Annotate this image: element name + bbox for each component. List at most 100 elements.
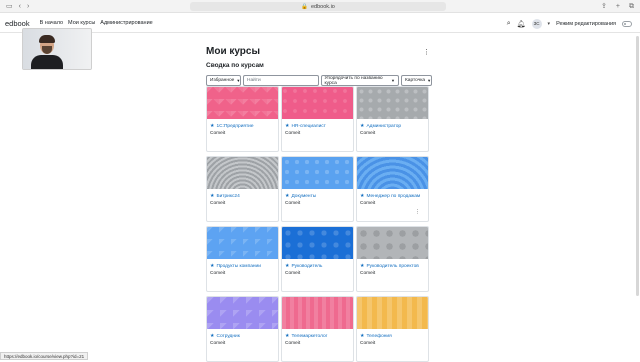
course-image[interactable] (357, 297, 428, 329)
star-icon: ★ (210, 193, 214, 199)
brand-logo[interactable]: edbook (5, 19, 30, 28)
course-category: Comeit (210, 201, 278, 206)
course-image[interactable] (282, 297, 353, 329)
course-card[interactable]: ★Руководитель проектов Comeit (356, 226, 429, 292)
course-name-link[interactable]: ★1С:Предприятие (210, 123, 278, 129)
course-card[interactable]: ★Руководитель Comeit (281, 226, 354, 292)
course-category: Comeit (285, 341, 353, 346)
course-category: Comeit (360, 131, 428, 136)
star-icon: ★ (210, 263, 214, 269)
search-input[interactable]: Найти (243, 75, 319, 86)
primary-navigation: В начало Мои курсы Администрирование (40, 20, 153, 26)
course-category: Comeit (285, 131, 353, 136)
course-category: Comeit (360, 341, 428, 346)
course-name-link[interactable]: ★Продукты компании (210, 263, 278, 269)
course-grid: ★1С:Предприятие Comeit ★HR-специалист Comei… (206, 86, 432, 362)
course-image[interactable] (207, 157, 278, 189)
star-icon: ★ (285, 263, 289, 269)
course-category: Comeit (285, 201, 353, 206)
nav-link-home[interactable]: В начало (40, 20, 63, 26)
nav-link-administration[interactable]: Администрирование (100, 20, 152, 26)
sort-select[interactable]: Упорядочить по названию курса▼ (321, 75, 399, 86)
course-name-link[interactable]: ★Сотрудник (210, 333, 278, 339)
new-tab-icon[interactable]: + (616, 0, 620, 13)
edit-mode-toggle[interactable] (622, 21, 632, 27)
grouping-select[interactable]: Избранное▼ (206, 75, 241, 86)
person-body (31, 55, 63, 70)
chevron-down-icon: ▼ (391, 78, 395, 83)
course-name-link[interactable]: ★HR-специалист (285, 123, 353, 129)
course-card[interactable]: ★HR-специалист Comeit (281, 86, 354, 152)
course-image[interactable] (357, 227, 428, 259)
edit-mode-label: Режим редактирования (556, 21, 616, 27)
star-icon: ★ (210, 333, 214, 339)
search-icon[interactable]: ⌕ (507, 20, 511, 28)
course-name-link[interactable]: ★Битрикс24 (210, 193, 278, 199)
page-title: Мои курсы (206, 46, 432, 57)
course-card[interactable]: ★1С:Предприятие Comeit (206, 86, 279, 152)
star-icon: ★ (360, 123, 364, 129)
star-icon: ★ (360, 263, 364, 269)
view-select[interactable]: Карточка▼ (401, 75, 432, 86)
course-card[interactable]: ★Битрикс24 Comeit (206, 156, 279, 222)
course-card[interactable]: ★Телемаркетолог Comeit (281, 296, 354, 362)
course-card[interactable]: ★Продукты компании Comeit (206, 226, 279, 292)
section-title: Сводка по курсам (206, 62, 432, 69)
notifications-bell-icon[interactable]: 🔔︎ (517, 20, 526, 28)
user-avatar[interactable]: ЗС (532, 19, 542, 29)
tabs-overview-icon[interactable]: ⧉ (629, 0, 634, 13)
course-card[interactable]: ★Администратор Comeit (356, 86, 429, 152)
course-name-link[interactable]: ★Менеджер по продажам (360, 193, 428, 199)
app-navbar: edbook В начало Мои курсы Администрирова… (0, 14, 640, 33)
person-hair (39, 35, 55, 43)
course-image[interactable] (357, 87, 428, 119)
course-image[interactable] (207, 87, 278, 119)
page-actions-kebab-icon[interactable]: ⋮ (423, 48, 430, 56)
course-actions-kebab-icon[interactable]: ⋮ (415, 209, 420, 215)
nav-link-my-courses[interactable]: Мои курсы (68, 20, 95, 26)
course-card[interactable]: ★Менеджер по продажам Comeit ⋮ (356, 156, 429, 222)
star-icon: ★ (360, 333, 364, 339)
star-icon: ★ (285, 193, 289, 199)
star-icon: ★ (360, 193, 364, 199)
star-icon: ★ (285, 333, 289, 339)
course-card[interactable]: ★Документы Comeit (281, 156, 354, 222)
course-category: Comeit (360, 271, 428, 276)
course-name-link[interactable]: ★Телефония (360, 333, 428, 339)
course-image[interactable] (282, 157, 353, 189)
scrollbar[interactable] (636, 36, 639, 296)
share-icon[interactable]: ⇪ (601, 0, 607, 13)
sidebar-toggle-icon[interactable]: ▭ (6, 0, 13, 13)
course-category: Comeit (210, 271, 278, 276)
browser-toolbar: ▭ ‹ › 🔒 edbook.io ⇪ + ⧉ (0, 0, 640, 13)
course-image[interactable] (207, 297, 278, 329)
course-category: Comeit (210, 131, 278, 136)
star-icon: ★ (285, 123, 289, 129)
course-name-link[interactable]: ★Телемаркетолог (285, 333, 353, 339)
lock-icon: 🔒 (301, 4, 308, 10)
forward-icon[interactable]: › (27, 0, 29, 13)
user-menu-chevron-icon[interactable]: ▾ (548, 21, 551, 27)
webcam-overlay (22, 28, 92, 70)
course-image[interactable] (282, 87, 353, 119)
chevron-down-icon: ▼ (236, 78, 240, 83)
course-filters: Избранное▼ Найти Упорядочить по названию… (206, 75, 432, 86)
address-bar[interactable]: 🔒 edbook.io (190, 2, 446, 11)
course-image[interactable] (357, 157, 428, 189)
status-bar-url: https://edbook.io/course/view.php?id=21 (0, 352, 88, 360)
course-category: Comeit (285, 271, 353, 276)
course-image[interactable] (207, 227, 278, 259)
course-image[interactable] (282, 227, 353, 259)
address-text: edbook.io (311, 4, 335, 10)
course-name-link[interactable]: ★Документы (285, 193, 353, 199)
star-icon: ★ (210, 123, 214, 129)
back-icon[interactable]: ‹ (19, 0, 21, 13)
main-content: Мои курсы ⋮ Сводка по курсам Избранное▼ … (206, 46, 432, 86)
course-card[interactable]: ★СотрудникComeit (206, 296, 279, 362)
course-name-link[interactable]: ★Администратор (360, 123, 428, 129)
chevron-down-icon: ▼ (427, 78, 431, 83)
course-name-link[interactable]: ★Руководитель проектов (360, 263, 428, 269)
course-category: Comeit (360, 201, 428, 206)
course-name-link[interactable]: ★Руководитель (285, 263, 353, 269)
course-card[interactable]: ★Телефония Comeit (356, 296, 429, 362)
